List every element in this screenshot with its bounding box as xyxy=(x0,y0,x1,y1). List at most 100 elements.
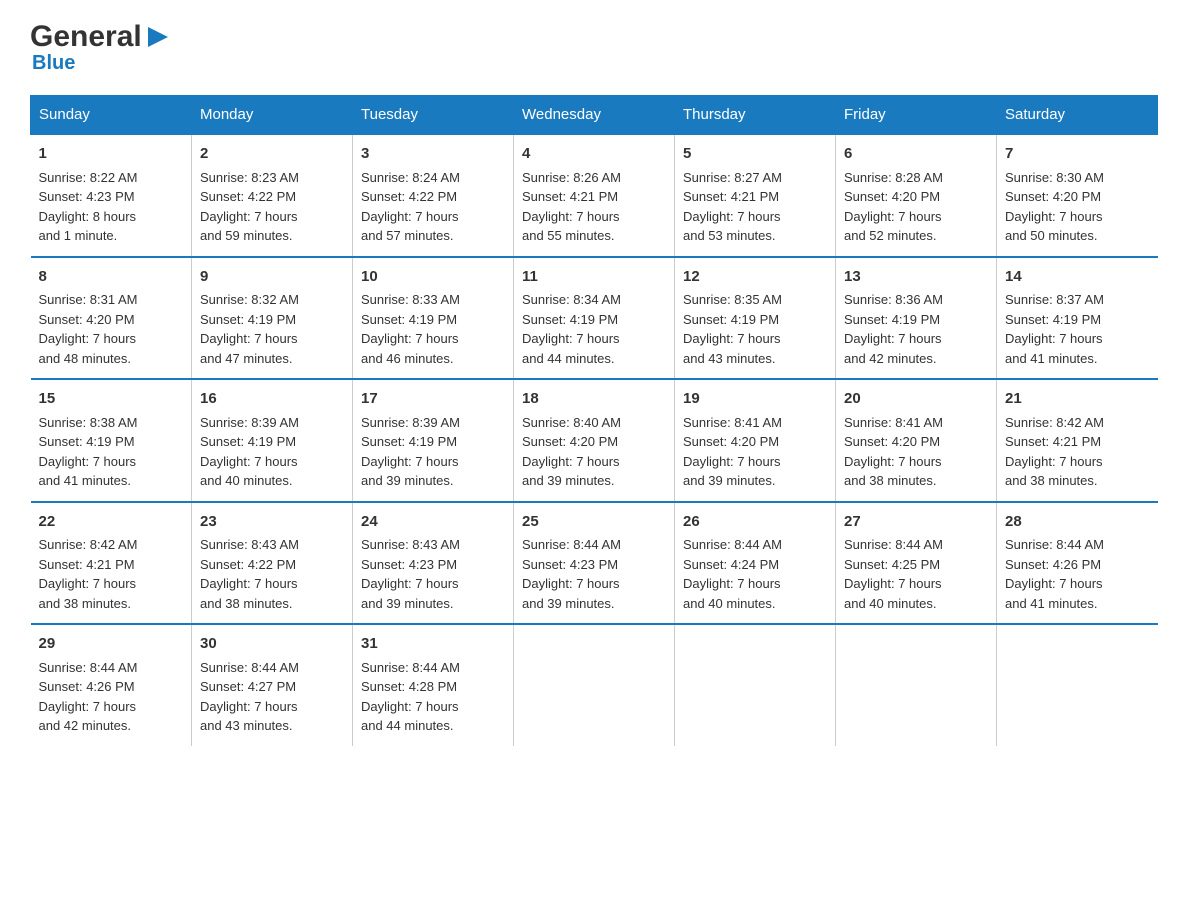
day-number: 27 xyxy=(844,511,988,534)
day-number: 5 xyxy=(683,143,827,166)
calendar-cell: 28Sunrise: 8:44 AM Sunset: 4:26 PM Dayli… xyxy=(997,502,1158,625)
day-number: 11 xyxy=(522,266,666,289)
day-info: Sunrise: 8:44 AM Sunset: 4:25 PM Dayligh… xyxy=(844,535,988,613)
day-header-saturday: Saturday xyxy=(997,96,1158,135)
calendar-cell: 3Sunrise: 8:24 AM Sunset: 4:22 PM Daylig… xyxy=(353,134,514,257)
calendar-cell xyxy=(836,624,997,746)
calendar-cell: 6Sunrise: 8:28 AM Sunset: 4:20 PM Daylig… xyxy=(836,134,997,257)
calendar-week-row: 8Sunrise: 8:31 AM Sunset: 4:20 PM Daylig… xyxy=(31,257,1158,380)
calendar-cell: 9Sunrise: 8:32 AM Sunset: 4:19 PM Daylig… xyxy=(192,257,353,380)
day-info: Sunrise: 8:24 AM Sunset: 4:22 PM Dayligh… xyxy=(361,168,505,246)
calendar-header-row: SundayMondayTuesdayWednesdayThursdayFrid… xyxy=(31,96,1158,135)
day-info: Sunrise: 8:44 AM Sunset: 4:26 PM Dayligh… xyxy=(1005,535,1150,613)
day-number: 4 xyxy=(522,143,666,166)
day-info: Sunrise: 8:27 AM Sunset: 4:21 PM Dayligh… xyxy=(683,168,827,246)
logo-blue: Blue xyxy=(32,52,75,75)
calendar-cell xyxy=(514,624,675,746)
calendar-cell: 13Sunrise: 8:36 AM Sunset: 4:19 PM Dayli… xyxy=(836,257,997,380)
day-header-tuesday: Tuesday xyxy=(353,96,514,135)
calendar-cell: 19Sunrise: 8:41 AM Sunset: 4:20 PM Dayli… xyxy=(675,379,836,502)
calendar-table: SundayMondayTuesdayWednesdayThursdayFrid… xyxy=(30,95,1158,746)
calendar-cell: 17Sunrise: 8:39 AM Sunset: 4:19 PM Dayli… xyxy=(353,379,514,502)
day-info: Sunrise: 8:39 AM Sunset: 4:19 PM Dayligh… xyxy=(200,413,344,491)
calendar-cell: 24Sunrise: 8:43 AM Sunset: 4:23 PM Dayli… xyxy=(353,502,514,625)
calendar-cell: 30Sunrise: 8:44 AM Sunset: 4:27 PM Dayli… xyxy=(192,624,353,746)
calendar-cell: 15Sunrise: 8:38 AM Sunset: 4:19 PM Dayli… xyxy=(31,379,192,502)
day-number: 17 xyxy=(361,388,505,411)
calendar-cell: 25Sunrise: 8:44 AM Sunset: 4:23 PM Dayli… xyxy=(514,502,675,625)
calendar-cell xyxy=(675,624,836,746)
day-info: Sunrise: 8:31 AM Sunset: 4:20 PM Dayligh… xyxy=(39,290,184,368)
calendar-cell: 29Sunrise: 8:44 AM Sunset: 4:26 PM Dayli… xyxy=(31,624,192,746)
day-info: Sunrise: 8:26 AM Sunset: 4:21 PM Dayligh… xyxy=(522,168,666,246)
calendar-cell: 14Sunrise: 8:37 AM Sunset: 4:19 PM Dayli… xyxy=(997,257,1158,380)
calendar-cell: 31Sunrise: 8:44 AM Sunset: 4:28 PM Dayli… xyxy=(353,624,514,746)
day-number: 3 xyxy=(361,143,505,166)
day-number: 23 xyxy=(200,511,344,534)
day-info: Sunrise: 8:42 AM Sunset: 4:21 PM Dayligh… xyxy=(1005,413,1150,491)
calendar-cell: 5Sunrise: 8:27 AM Sunset: 4:21 PM Daylig… xyxy=(675,134,836,257)
calendar-week-row: 22Sunrise: 8:42 AM Sunset: 4:21 PM Dayli… xyxy=(31,502,1158,625)
calendar-week-row: 29Sunrise: 8:44 AM Sunset: 4:26 PM Dayli… xyxy=(31,624,1158,746)
day-number: 20 xyxy=(844,388,988,411)
calendar-cell xyxy=(997,624,1158,746)
day-number: 24 xyxy=(361,511,505,534)
logo-arrow-icon xyxy=(144,23,172,51)
calendar-cell: 20Sunrise: 8:41 AM Sunset: 4:20 PM Dayli… xyxy=(836,379,997,502)
day-number: 6 xyxy=(844,143,988,166)
calendar-cell: 22Sunrise: 8:42 AM Sunset: 4:21 PM Dayli… xyxy=(31,502,192,625)
page-header: General Blue xyxy=(30,20,1158,75)
calendar-cell: 2Sunrise: 8:23 AM Sunset: 4:22 PM Daylig… xyxy=(192,134,353,257)
calendar-week-row: 15Sunrise: 8:38 AM Sunset: 4:19 PM Dayli… xyxy=(31,379,1158,502)
day-info: Sunrise: 8:28 AM Sunset: 4:20 PM Dayligh… xyxy=(844,168,988,246)
day-number: 10 xyxy=(361,266,505,289)
day-info: Sunrise: 8:44 AM Sunset: 4:24 PM Dayligh… xyxy=(683,535,827,613)
calendar-week-row: 1Sunrise: 8:22 AM Sunset: 4:23 PM Daylig… xyxy=(31,134,1158,257)
day-info: Sunrise: 8:23 AM Sunset: 4:22 PM Dayligh… xyxy=(200,168,344,246)
day-number: 8 xyxy=(39,266,184,289)
day-info: Sunrise: 8:39 AM Sunset: 4:19 PM Dayligh… xyxy=(361,413,505,491)
calendar-cell: 12Sunrise: 8:35 AM Sunset: 4:19 PM Dayli… xyxy=(675,257,836,380)
day-info: Sunrise: 8:34 AM Sunset: 4:19 PM Dayligh… xyxy=(522,290,666,368)
calendar-cell: 7Sunrise: 8:30 AM Sunset: 4:20 PM Daylig… xyxy=(997,134,1158,257)
day-info: Sunrise: 8:44 AM Sunset: 4:26 PM Dayligh… xyxy=(39,658,184,736)
day-number: 13 xyxy=(844,266,988,289)
day-number: 31 xyxy=(361,633,505,656)
day-number: 22 xyxy=(39,511,184,534)
day-number: 16 xyxy=(200,388,344,411)
day-number: 25 xyxy=(522,511,666,534)
day-number: 1 xyxy=(39,143,184,166)
logo: General Blue xyxy=(30,20,172,75)
calendar-cell: 11Sunrise: 8:34 AM Sunset: 4:19 PM Dayli… xyxy=(514,257,675,380)
day-info: Sunrise: 8:41 AM Sunset: 4:20 PM Dayligh… xyxy=(683,413,827,491)
day-info: Sunrise: 8:41 AM Sunset: 4:20 PM Dayligh… xyxy=(844,413,988,491)
day-info: Sunrise: 8:35 AM Sunset: 4:19 PM Dayligh… xyxy=(683,290,827,368)
day-info: Sunrise: 8:33 AM Sunset: 4:19 PM Dayligh… xyxy=(361,290,505,368)
day-info: Sunrise: 8:44 AM Sunset: 4:23 PM Dayligh… xyxy=(522,535,666,613)
day-header-wednesday: Wednesday xyxy=(514,96,675,135)
day-header-monday: Monday xyxy=(192,96,353,135)
calendar-cell: 1Sunrise: 8:22 AM Sunset: 4:23 PM Daylig… xyxy=(31,134,192,257)
day-number: 2 xyxy=(200,143,344,166)
day-info: Sunrise: 8:22 AM Sunset: 4:23 PM Dayligh… xyxy=(39,168,184,246)
calendar-cell: 27Sunrise: 8:44 AM Sunset: 4:25 PM Dayli… xyxy=(836,502,997,625)
day-info: Sunrise: 8:38 AM Sunset: 4:19 PM Dayligh… xyxy=(39,413,184,491)
day-header-thursday: Thursday xyxy=(675,96,836,135)
day-info: Sunrise: 8:44 AM Sunset: 4:28 PM Dayligh… xyxy=(361,658,505,736)
day-number: 21 xyxy=(1005,388,1150,411)
calendar-cell: 16Sunrise: 8:39 AM Sunset: 4:19 PM Dayli… xyxy=(192,379,353,502)
day-number: 30 xyxy=(200,633,344,656)
day-number: 7 xyxy=(1005,143,1150,166)
calendar-cell: 4Sunrise: 8:26 AM Sunset: 4:21 PM Daylig… xyxy=(514,134,675,257)
day-number: 19 xyxy=(683,388,827,411)
calendar-cell: 18Sunrise: 8:40 AM Sunset: 4:20 PM Dayli… xyxy=(514,379,675,502)
day-info: Sunrise: 8:30 AM Sunset: 4:20 PM Dayligh… xyxy=(1005,168,1150,246)
day-number: 9 xyxy=(200,266,344,289)
day-header-sunday: Sunday xyxy=(31,96,192,135)
day-number: 12 xyxy=(683,266,827,289)
calendar-cell: 8Sunrise: 8:31 AM Sunset: 4:20 PM Daylig… xyxy=(31,257,192,380)
day-info: Sunrise: 8:36 AM Sunset: 4:19 PM Dayligh… xyxy=(844,290,988,368)
day-header-friday: Friday xyxy=(836,96,997,135)
day-info: Sunrise: 8:40 AM Sunset: 4:20 PM Dayligh… xyxy=(522,413,666,491)
calendar-cell: 10Sunrise: 8:33 AM Sunset: 4:19 PM Dayli… xyxy=(353,257,514,380)
